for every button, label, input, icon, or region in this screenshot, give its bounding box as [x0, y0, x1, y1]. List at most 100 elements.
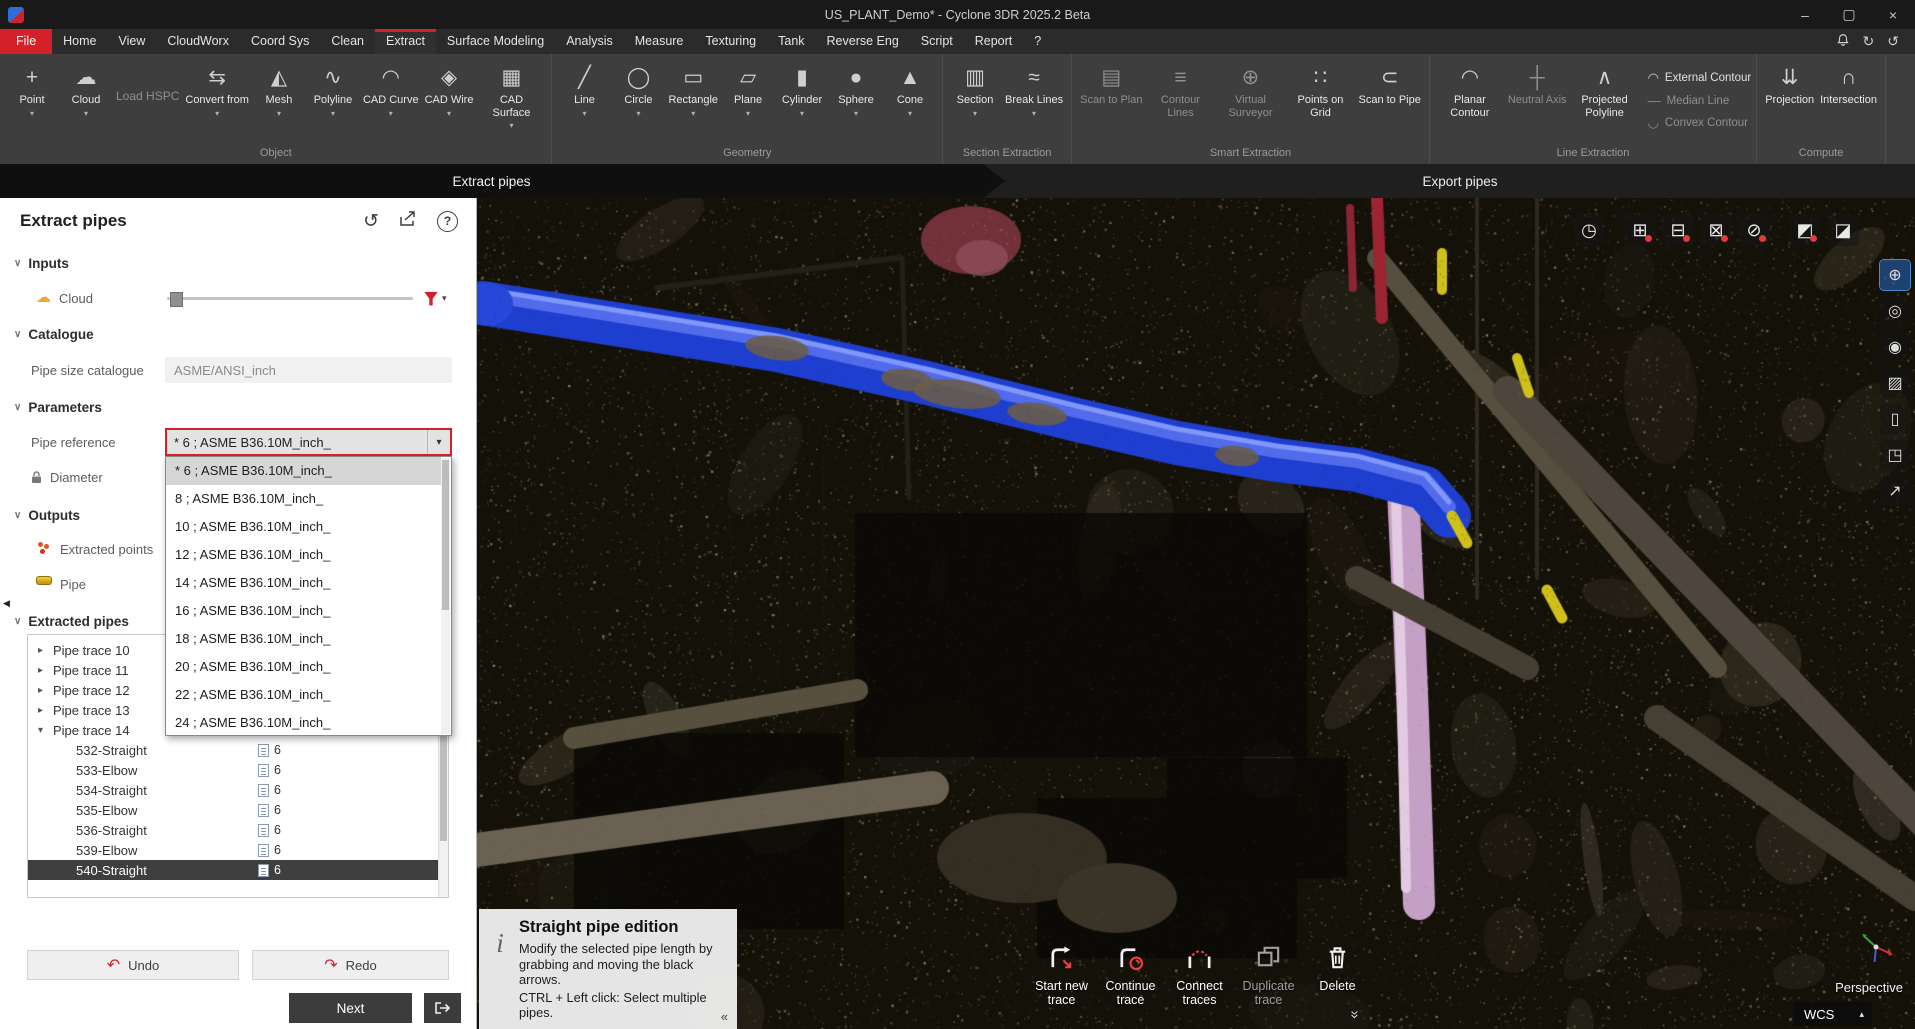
- ribbon-item-point[interactable]: +Point▾: [5, 61, 59, 118]
- measure-icon[interactable]: ▯: [1880, 404, 1910, 434]
- dropdown-option[interactable]: 10 ; ASME B36.10M_inch_: [166, 513, 441, 541]
- ribbon-item-cloud[interactable]: ☁Cloud▾: [59, 61, 113, 118]
- next-button[interactable]: Next: [289, 993, 412, 1023]
- ribbon-item-projection[interactable]: ⇊Projection: [1762, 61, 1817, 107]
- tab-extract-pipes[interactable]: Extract pipes: [0, 164, 1005, 198]
- duplicate-trace-button[interactable]: Duplicate trace: [1236, 944, 1301, 1007]
- section-extracted-pipes[interactable]: ∨Extracted pipes: [14, 614, 129, 629]
- menu-script[interactable]: Script: [910, 29, 964, 54]
- menu-tank[interactable]: Tank: [767, 29, 815, 54]
- tree-item-539-elbow[interactable]: 539-Elbow6: [28, 840, 448, 860]
- continue-trace-button[interactable]: Continue trace: [1098, 944, 1163, 1007]
- ribbon-item-scan-to-pipe[interactable]: ⊂Scan to Pipe: [1355, 61, 1423, 107]
- ribbon-item-cylinder[interactable]: ▮Cylinder▾: [775, 61, 829, 118]
- dropdown-option[interactable]: 22 ; ASME B36.10M_inch_: [166, 681, 441, 709]
- ribbon-item-convert-from[interactable]: ⇆Convert from▾: [182, 61, 252, 118]
- split-pipe-icon[interactable]: ⊟: [1662, 214, 1694, 246]
- ribbon-item-intersection[interactable]: ∩Intersection: [1817, 61, 1880, 107]
- tree-item-534-straight[interactable]: 534-Straight6: [28, 780, 448, 800]
- ribbon-item-median-line[interactable]: —Median Line: [1648, 93, 1752, 108]
- maximize-button[interactable]: ▢: [1827, 0, 1871, 29]
- tree-item-535-elbow[interactable]: 535-Elbow6: [28, 800, 448, 820]
- close-button[interactable]: ×: [1871, 0, 1915, 29]
- menu-cloudworx[interactable]: CloudWorx: [156, 29, 240, 54]
- ribbon-item-mesh[interactable]: ◭Mesh▾: [252, 61, 306, 118]
- ribbon-item-convex-contour[interactable]: ◡Convex Contour: [1648, 115, 1752, 131]
- ribbon-item-contour-lines[interactable]: ≡Contour Lines: [1145, 61, 1215, 119]
- ribbon-item-rectangle[interactable]: ▭Rectangle▾: [665, 61, 721, 118]
- dropdown-option[interactable]: 18 ; ASME B36.10M_inch_: [166, 625, 441, 653]
- pen-surface-icon[interactable]: ◩: [1789, 214, 1821, 246]
- pipe-reference-combobox[interactable]: * 6 ; ASME B36.10M_inch_ ▾: [165, 428, 452, 456]
- home-view-icon[interactable]: ⊕: [1880, 260, 1910, 290]
- tree-item-536-straight[interactable]: 536-Straight6: [28, 820, 448, 840]
- delete-button[interactable]: Delete: [1305, 944, 1370, 1007]
- viewpoint-icon[interactable]: ◉: [1880, 332, 1910, 362]
- axis-gizmo[interactable]: [1853, 924, 1899, 975]
- ribbon-item-cone[interactable]: ▲Cone▾: [883, 61, 937, 118]
- menu-measure[interactable]: Measure: [624, 29, 695, 54]
- menu-texturing[interactable]: Texturing: [694, 29, 767, 54]
- tree-item-532-straight[interactable]: 532-Straight6: [28, 740, 448, 760]
- pipe-size-catalogue-field[interactable]: ASME/ANSI_inch: [165, 357, 452, 383]
- dropdown-option[interactable]: 14 ; ASME B36.10M_inch_: [166, 569, 441, 597]
- draw-pipe-icon[interactable]: ⊘: [1738, 214, 1770, 246]
- tree-item-533-elbow[interactable]: 533-Elbow6: [28, 760, 448, 780]
- section-inputs[interactable]: ∨Inputs: [14, 256, 69, 271]
- ribbon-item-neutral-axis[interactable]: ┼Neutral Axis: [1505, 61, 1570, 107]
- ribbon-item-points-on-grid[interactable]: ∷Points on Grid: [1285, 61, 1355, 119]
- ribbon-item-projected-polyline[interactable]: ∧Projected Polyline: [1570, 61, 1640, 119]
- menu-clean[interactable]: Clean: [320, 29, 375, 54]
- ucs-icon[interactable]: ◳: [1880, 440, 1910, 470]
- chevron-expanded-icon[interactable]: ▾: [38, 725, 53, 736]
- ribbon-item-circle[interactable]: ◯Circle▾: [611, 61, 665, 118]
- chevron-collapsed-icon[interactable]: ▸: [38, 685, 53, 696]
- tooltip-collapse-icon[interactable]: «: [721, 1009, 728, 1024]
- viewport-3d[interactable]: ◷⊞⊟⊠⊘◩◪ ⊕◎◉▨▯◳↗ Start new traceContinue …: [477, 198, 1915, 1029]
- menu-extract[interactable]: Extract: [375, 29, 436, 54]
- chevron-collapsed-icon[interactable]: ▸: [38, 665, 53, 676]
- dropdown-option[interactable]: 20 ; ASME B36.10M_inch_: [166, 653, 441, 681]
- start-new-trace-button[interactable]: Start new trace: [1029, 944, 1094, 1007]
- edit-pipe-icon[interactable]: ⊠: [1700, 214, 1732, 246]
- tree-item-540-straight[interactable]: 540-Straight6: [28, 860, 448, 880]
- cloud-slider[interactable]: [167, 297, 413, 300]
- refresh-icon[interactable]: ↺: [1887, 33, 1899, 50]
- menu-coord-sys[interactable]: Coord Sys: [240, 29, 320, 54]
- point-cloud-canvas[interactable]: [477, 198, 1915, 1029]
- menu-report[interactable]: Report: [964, 29, 1024, 54]
- wcs-selector[interactable]: WCS ▴: [1794, 1002, 1872, 1026]
- ribbon-item-cad-wire[interactable]: ◈CAD Wire▾: [422, 61, 477, 118]
- auto-refresh-icon[interactable]: ◷: [1573, 214, 1605, 246]
- dropdown-option[interactable]: 8 ; ASME B36.10M_inch_: [166, 485, 441, 513]
- section-outputs[interactable]: ∨Outputs: [14, 508, 80, 523]
- save-settings-icon[interactable]: [399, 211, 417, 232]
- ribbon-item-load-hspc[interactable]: Load HSPC: [113, 61, 182, 133]
- dropdown-option[interactable]: * 6 ; ASME B36.10M_inch_: [166, 457, 441, 485]
- redo-button[interactable]: ↷Redo: [252, 950, 449, 980]
- menu-view[interactable]: View: [108, 29, 157, 54]
- eraser-surface-icon[interactable]: ◪: [1827, 214, 1859, 246]
- share-view-icon[interactable]: ↗: [1880, 476, 1910, 506]
- dropdown-option[interactable]: 24 ; ASME B36.10M_inch_: [166, 709, 441, 737]
- menu-file[interactable]: File: [0, 29, 52, 54]
- ribbon-item-plane[interactable]: ▱Plane▾: [721, 61, 775, 118]
- menu-[interactable]: ?: [1023, 29, 1052, 54]
- sync-icon[interactable]: ↻: [1863, 33, 1875, 50]
- dropdown-option[interactable]: 12 ; ASME B36.10M_inch_: [166, 541, 441, 569]
- ribbon-item-cad-surface[interactable]: ▦CAD Surface▾: [476, 61, 546, 130]
- ribbon-item-scan-to-plan[interactable]: ▤Scan to Plan: [1077, 61, 1145, 107]
- section-catalogue[interactable]: ∨Catalogue: [14, 327, 94, 342]
- ribbon-item-virtual-surveyor[interactable]: ⊕Virtual Surveyor: [1215, 61, 1285, 119]
- cloud-filter-button[interactable]: ▾: [424, 288, 460, 309]
- connect-traces-button[interactable]: Connect traces: [1167, 944, 1232, 1007]
- cloud-slider-thumb[interactable]: [170, 292, 183, 307]
- projection-mode-label[interactable]: Perspective: [1835, 980, 1903, 995]
- ribbon-item-break-lines[interactable]: ≈Break Lines▾: [1002, 61, 1066, 118]
- ribbon-item-line[interactable]: ╱Line▾: [557, 61, 611, 118]
- ribbon-item-cad-curve[interactable]: ◠CAD Curve▾: [360, 61, 422, 118]
- help-icon[interactable]: ?: [437, 211, 458, 232]
- chevron-collapsed-icon[interactable]: ▸: [38, 705, 53, 716]
- menu-reverse-eng[interactable]: Reverse Eng: [816, 29, 910, 54]
- ribbon-item-sphere[interactable]: ●Sphere▾: [829, 61, 883, 118]
